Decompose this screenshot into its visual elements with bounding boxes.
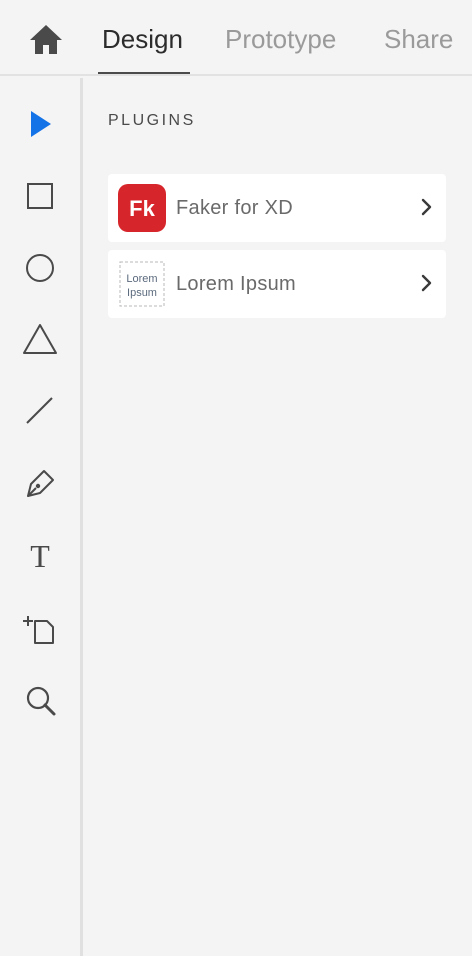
line-tool[interactable] <box>18 389 62 433</box>
home-button[interactable] <box>26 22 66 58</box>
rectangle-tool[interactable] <box>18 174 62 218</box>
text-tool[interactable]: T <box>18 534 62 578</box>
active-tab-indicator <box>98 72 190 74</box>
ellipse-tool[interactable] <box>18 246 62 290</box>
svg-text:T: T <box>30 538 50 574</box>
plugin-item-faker[interactable]: Fk Faker for XD <box>108 174 446 242</box>
magnifier-icon <box>26 686 56 716</box>
zoom-tool[interactable] <box>18 678 62 722</box>
triangle-icon <box>23 324 57 354</box>
artboard-tool[interactable] <box>18 606 62 650</box>
home-icon <box>30 25 62 54</box>
lorem-icon-text-line2: Ipsum <box>127 287 157 299</box>
artboard-icon <box>23 616 54 644</box>
select-tool[interactable] <box>18 103 62 147</box>
tool-bar: T <box>0 78 83 956</box>
chevron-right-icon <box>421 274 432 292</box>
pen-icon <box>27 470 54 497</box>
plugin-name: Faker for XD <box>176 197 293 219</box>
tab-share[interactable]: Share <box>384 24 453 54</box>
lorem-ipsum-plugin-icon: Lorem Ipsum <box>119 261 165 307</box>
arrow-pointer-icon <box>31 111 51 137</box>
plugin-name: Lorem Ipsum <box>176 273 297 295</box>
tab-design[interactable]: Design <box>102 24 183 54</box>
plugins-panel: PLUGINS Fk Faker for XD Lorem Ipsum Lore… <box>84 78 472 956</box>
faker-plugin-icon: Fk <box>118 184 166 232</box>
polygon-tool[interactable] <box>18 318 62 362</box>
tab-prototype[interactable]: Prototype <box>225 24 336 54</box>
pen-tool[interactable] <box>18 462 62 506</box>
line-icon <box>26 397 53 424</box>
faker-icon-text: Fk <box>129 196 155 221</box>
lorem-icon-text-line1: Lorem <box>126 273 157 285</box>
plugin-item-lorem-ipsum[interactable]: Lorem Ipsum Lorem Ipsum <box>108 250 446 318</box>
top-bar: Design Prototype Share <box>0 0 472 76</box>
section-title: PLUGINS <box>108 112 196 129</box>
ellipse-icon <box>26 254 54 282</box>
rectangle-icon <box>27 183 53 209</box>
text-icon: T <box>30 538 50 574</box>
chevron-right-icon <box>421 198 432 216</box>
